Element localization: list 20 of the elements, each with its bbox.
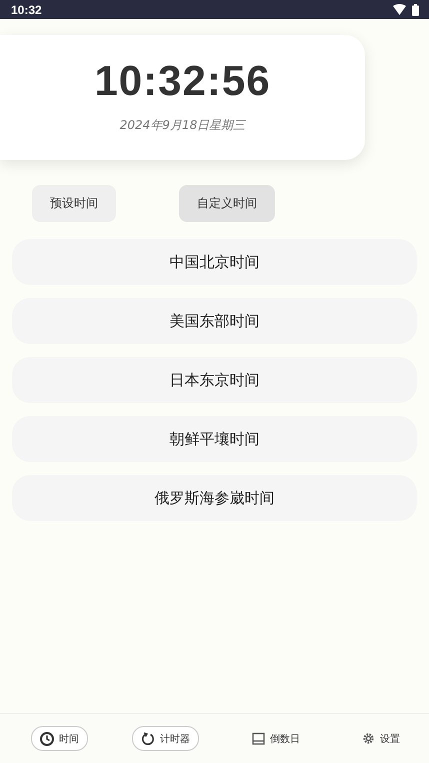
- timezone-button[interactable]: 中国北京时间: [12, 239, 417, 285]
- timezone-button[interactable]: 日本东京时间: [12, 357, 417, 403]
- timezone-button[interactable]: 美国东部时间: [12, 298, 417, 344]
- mode-button[interactable]: 自定义时间: [179, 185, 275, 222]
- mode-button[interactable]: 预设时间: [32, 185, 116, 222]
- battery-icon: [412, 4, 419, 16]
- nav-item[interactable]: 计时器: [132, 726, 199, 751]
- calendar-icon: [252, 732, 265, 745]
- timezone-button[interactable]: 俄罗斯海参崴时间: [12, 475, 417, 521]
- clock-time: 10:32:56: [94, 57, 271, 105]
- timezone-button[interactable]: 朝鲜平壤时间: [12, 416, 417, 462]
- nav-item[interactable]: 设置: [353, 726, 409, 751]
- clock-date: 2024年9月18日星期三: [120, 117, 246, 134]
- status-time: 10:32: [11, 2, 42, 16]
- nav-item[interactable]: 时间: [31, 726, 88, 751]
- settings-icon: [362, 732, 375, 745]
- wifi-icon: [393, 4, 406, 15]
- refresh-icon: [141, 732, 155, 746]
- nav-item[interactable]: 倒数日: [243, 726, 309, 751]
- clock-icon: [40, 732, 54, 746]
